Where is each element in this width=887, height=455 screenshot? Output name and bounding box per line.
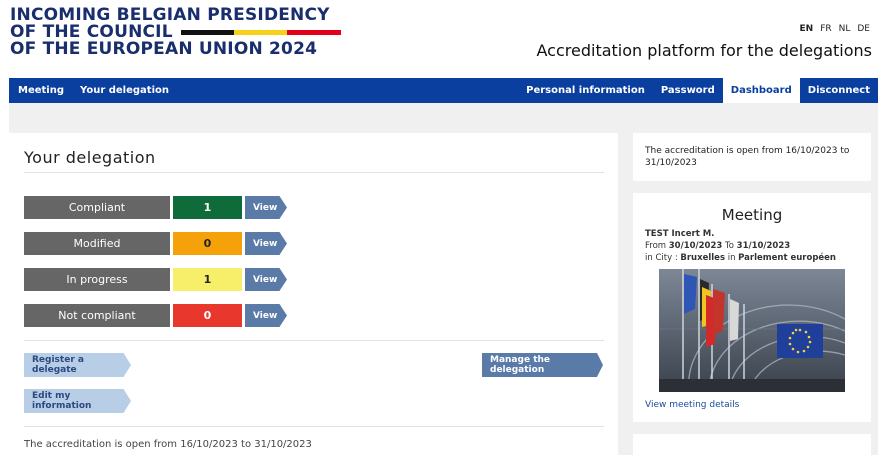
lang-en[interactable]: EN [800, 24, 814, 34]
sidebar-accreditation-note: The accreditation is open from 16/10/202… [645, 146, 850, 168]
status-label: In progress [24, 268, 170, 291]
presidency-logo[interactable]: INCOMING BELGIAN PRESIDENCY OF THE COUNC… [10, 7, 341, 58]
divider [24, 426, 604, 427]
divider [24, 340, 604, 341]
in-label: in [645, 253, 653, 263]
to-label: To [725, 241, 734, 251]
flag-black [180, 30, 235, 35]
nav-personal-information[interactable]: Personal information [518, 78, 653, 103]
to-date: 31/10/2023 [736, 241, 791, 251]
view-in-progress-button[interactable]: View [245, 268, 287, 291]
from-label: From [645, 241, 667, 251]
lang-fr[interactable]: FR [820, 24, 831, 34]
flag-yellow [234, 30, 288, 35]
status-count: 1 [173, 196, 242, 219]
main-nav: Meeting Your delegation Personal informa… [9, 78, 878, 103]
accreditation-note: The accreditation is open from 16/10/202… [24, 439, 312, 450]
meeting-name: TEST Incert M. [645, 229, 715, 239]
in2-label: in [727, 253, 736, 263]
logo-line-3: OF THE EUROPEAN UNION 2024 [10, 39, 318, 59]
status-row-compliant: Compliant 1 View [24, 196, 287, 219]
status-count: 1 [173, 268, 242, 291]
lang-nl[interactable]: NL [839, 24, 851, 34]
nav-dashboard[interactable]: Dashboard [722, 78, 800, 103]
language-switcher: EN FR NL DE [800, 24, 871, 34]
view-meeting-details-link[interactable]: View meeting details [645, 400, 739, 410]
flag-red [287, 30, 341, 35]
belgian-flag-stripe [180, 30, 341, 35]
view-not-compliant-button[interactable]: View [245, 304, 287, 327]
status-row-in-progress: In progress 1 View [24, 268, 287, 291]
view-compliant-button[interactable]: View [245, 196, 287, 219]
venue-value: Parlement européen [738, 253, 836, 263]
accreditation-sidebar-box: The accreditation is open from 16/10/202… [633, 133, 871, 181]
status-label: Modified [24, 232, 170, 255]
status-row-modified: Modified 0 View [24, 232, 287, 255]
delegation-title: Your delegation [24, 148, 604, 173]
city-label: City : [655, 253, 678, 263]
nav-disconnect[interactable]: Disconnect [800, 78, 878, 103]
parliament-flags-photo [659, 269, 845, 392]
nav-password[interactable]: Password [653, 78, 723, 103]
city-value: Bruxelles [680, 253, 726, 263]
view-modified-button[interactable]: View [245, 232, 287, 255]
from-date: 30/10/2023 [668, 241, 723, 251]
nav-your-delegation[interactable]: Your delegation [72, 78, 177, 103]
platform-title: Accreditation platform for the delegatio… [536, 41, 872, 60]
status-count: 0 [173, 232, 242, 255]
status-label: Compliant [24, 196, 170, 219]
meeting-title: Meeting [721, 206, 783, 224]
lang-de[interactable]: DE [857, 24, 870, 34]
status-count: 0 [173, 304, 242, 327]
status-label: Not compliant [24, 304, 170, 327]
status-row-not-compliant: Not compliant 0 View [24, 304, 287, 327]
delegation-panel: Your delegation Compliant 1 View Modifie… [9, 133, 618, 455]
edit-information-button[interactable]: Edit my information [24, 389, 131, 413]
nav-meeting[interactable]: Meeting [10, 78, 72, 103]
meeting-sidebar-box: Meeting TEST Incert M. From 30/10/2023 T… [633, 193, 871, 422]
meeting-info: TEST Incert M. From 30/10/2023 To 31/10/… [633, 228, 871, 264]
manage-delegation-button[interactable]: Manage the delegation [482, 353, 603, 377]
register-delegate-button[interactable]: Register a delegate [24, 353, 131, 377]
sidebar-box-bottom [633, 434, 871, 455]
